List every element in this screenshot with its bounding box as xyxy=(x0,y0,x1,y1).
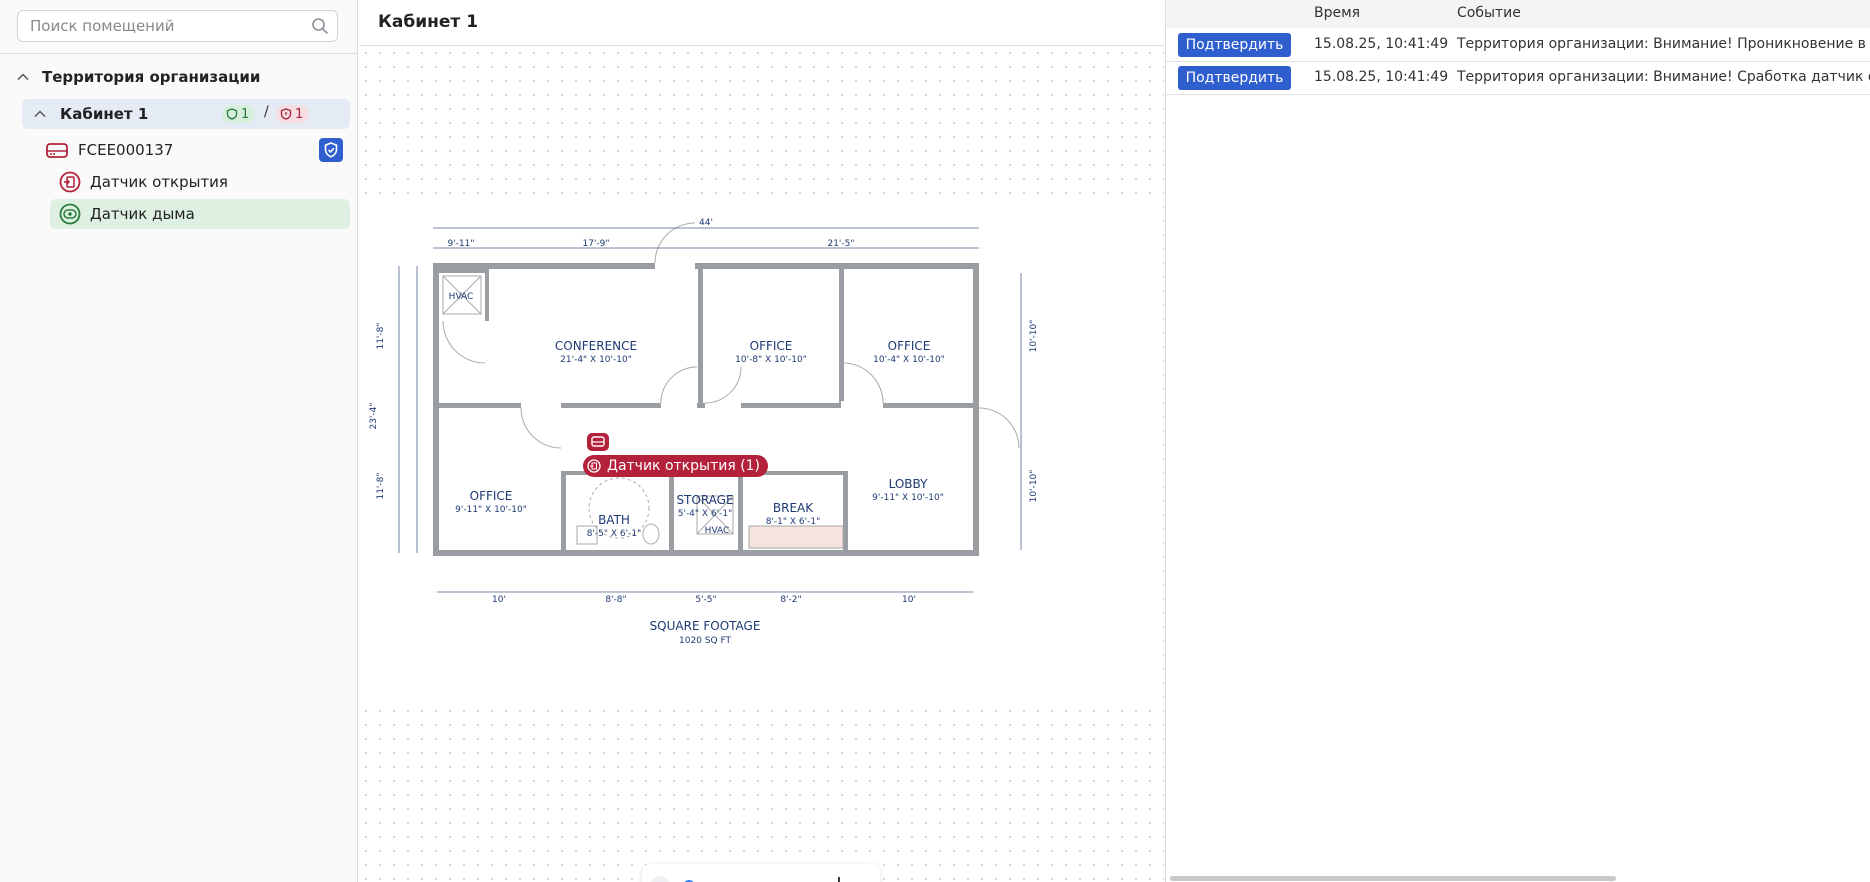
badge-separator: / xyxy=(264,104,269,120)
shield-check-icon xyxy=(324,142,338,158)
column-header-event[interactable]: Событие xyxy=(1457,5,1521,21)
door-sensor-icon xyxy=(587,459,601,473)
room-label-conference: CONFERENCE xyxy=(555,339,637,353)
plan-sensor-marker[interactable]: Датчик открытия (1) xyxy=(583,455,769,477)
svg-text:21'-4" X 10'-10": 21'-4" X 10'-10" xyxy=(560,355,632,365)
zoom-control: − + xyxy=(642,864,880,882)
plan-canvas[interactable]: CONFERENCE 21'-4" X 10'-10" OFFICE 10'-8… xyxy=(359,46,1164,882)
arm-device-button[interactable] xyxy=(319,138,343,162)
svg-text:SQUARE FOOTAGE: SQUARE FOOTAGE xyxy=(650,619,761,633)
svg-text:10'-10": 10'-10" xyxy=(1029,470,1039,503)
svg-text:9'-11": 9'-11" xyxy=(447,239,474,249)
svg-text:10'-10": 10'-10" xyxy=(1029,320,1039,353)
svg-text:10'-4" X 10'-10": 10'-4" X 10'-10" xyxy=(873,355,945,365)
svg-text:LOBBY: LOBBY xyxy=(889,477,929,491)
svg-text:10': 10' xyxy=(902,595,916,605)
svg-text:STORAGE: STORAGE xyxy=(676,493,733,507)
tree-item-label: Датчик дыма xyxy=(90,205,195,223)
svg-text:9'-11" X 10'-10": 9'-11" X 10'-10" xyxy=(455,505,527,515)
event-text: Территория организации: Внимание! Сработ… xyxy=(1457,69,1870,85)
tree-item-sensor-open[interactable]: Датчик открытия xyxy=(50,167,350,197)
svg-text:17'-9": 17'-9" xyxy=(582,239,609,249)
svg-text:11'-8": 11'-8" xyxy=(376,472,386,499)
svg-text:OFFICE: OFFICE xyxy=(888,339,931,353)
svg-text:BATH: BATH xyxy=(598,513,630,527)
plan-device-marker[interactable] xyxy=(585,432,611,452)
page-title: Кабинет 1 xyxy=(378,12,479,32)
sidebar-divider xyxy=(0,53,358,54)
svg-text:21'-5": 21'-5" xyxy=(827,239,854,249)
zoom-in-button[interactable]: + xyxy=(828,874,850,882)
table-row: Подтвердить 15.08.25, 10:41:49 Территори… xyxy=(1166,29,1870,62)
svg-text:OFFICE: OFFICE xyxy=(750,339,793,353)
app-window: Территория организации Кабинет 1 1 / 1 xyxy=(0,0,1870,882)
armed-count-badge: 1 xyxy=(222,105,256,123)
door-sensor-icon xyxy=(59,171,81,193)
hub-device-icon xyxy=(46,143,68,158)
tree-item-organization[interactable]: Территория организации xyxy=(16,62,260,92)
svg-text:8'-1" X 6'-1": 8'-1" X 6'-1" xyxy=(766,517,821,527)
rooms-sidebar: Территория организации Кабинет 1 1 / 1 xyxy=(0,0,358,882)
search-input[interactable] xyxy=(18,11,303,41)
events-panel: Время Событие Подтвердить 15.08.25, 10:4… xyxy=(1165,0,1870,882)
shield-check-icon xyxy=(226,108,238,120)
horizontal-scrollbar[interactable] xyxy=(1170,876,1616,881)
events-table-header: Время Событие xyxy=(1166,0,1870,28)
tree-item-room[interactable]: Кабинет 1 1 / 1 xyxy=(22,99,350,129)
chevron-up-icon[interactable] xyxy=(16,70,30,84)
shield-alert-icon xyxy=(280,108,292,120)
tree-item-label: Территория организации xyxy=(42,68,261,86)
svg-text:HVAC: HVAC xyxy=(705,526,730,536)
svg-text:8'-8": 8'-8" xyxy=(605,595,626,605)
event-text: Территория организации: Внимание! Проник… xyxy=(1457,36,1870,52)
tree-item-device[interactable]: FCEE000137 xyxy=(45,135,345,165)
confirm-button[interactable]: Подтвердить xyxy=(1178,66,1291,90)
svg-text:11'-8": 11'-8" xyxy=(376,322,386,349)
event-time: 15.08.25, 10:41:49 xyxy=(1314,69,1449,85)
confirm-button[interactable]: Подтвердить xyxy=(1178,33,1291,57)
search-box[interactable] xyxy=(17,10,338,42)
tree-item-label: FCEE000137 xyxy=(78,141,174,159)
svg-text:9'-11" X 10'-10": 9'-11" X 10'-10" xyxy=(872,493,944,503)
svg-text:10'-8" X 10'-10": 10'-8" X 10'-10" xyxy=(735,355,807,365)
svg-text:5'-5": 5'-5" xyxy=(695,595,716,605)
plan-sensor-marker-label: Датчик открытия (1) xyxy=(607,458,761,474)
tree-item-sensor-smoke[interactable]: Датчик дыма xyxy=(50,199,350,229)
svg-text:1020 SQ FT: 1020 SQ FT xyxy=(679,636,731,646)
chevron-up-icon[interactable] xyxy=(33,107,47,121)
floor-plan-panel: Кабинет 1 CONFERENCE 21'-4" X 10'-10" OF… xyxy=(359,0,1164,882)
svg-text:23'-4": 23'-4" xyxy=(369,402,379,429)
smoke-sensor-icon xyxy=(59,203,81,225)
svg-text:OFFICE: OFFICE xyxy=(470,489,513,503)
tree-item-label: Кабинет 1 xyxy=(60,105,149,123)
svg-text:BREAK: BREAK xyxy=(773,501,814,515)
search-icon[interactable] xyxy=(311,17,329,35)
svg-text:HVAC: HVAC xyxy=(449,292,474,302)
column-header-time[interactable]: Время xyxy=(1314,5,1360,21)
tree-item-label: Датчик открытия xyxy=(90,173,228,191)
table-row: Подтвердить 15.08.25, 10:41:49 Территори… xyxy=(1166,62,1870,95)
alarm-count-badge: 1 xyxy=(276,105,310,123)
svg-text:44': 44' xyxy=(699,218,713,228)
svg-text:10': 10' xyxy=(492,595,506,605)
svg-text:8'-5" X 6'-1": 8'-5" X 6'-1" xyxy=(587,529,642,539)
svg-text:5'-4" X 6'-1": 5'-4" X 6'-1" xyxy=(678,509,733,519)
zoom-out-button[interactable]: − xyxy=(650,876,670,882)
svg-text:8'-2": 8'-2" xyxy=(780,595,801,605)
event-time: 15.08.25, 10:41:49 xyxy=(1314,36,1449,52)
